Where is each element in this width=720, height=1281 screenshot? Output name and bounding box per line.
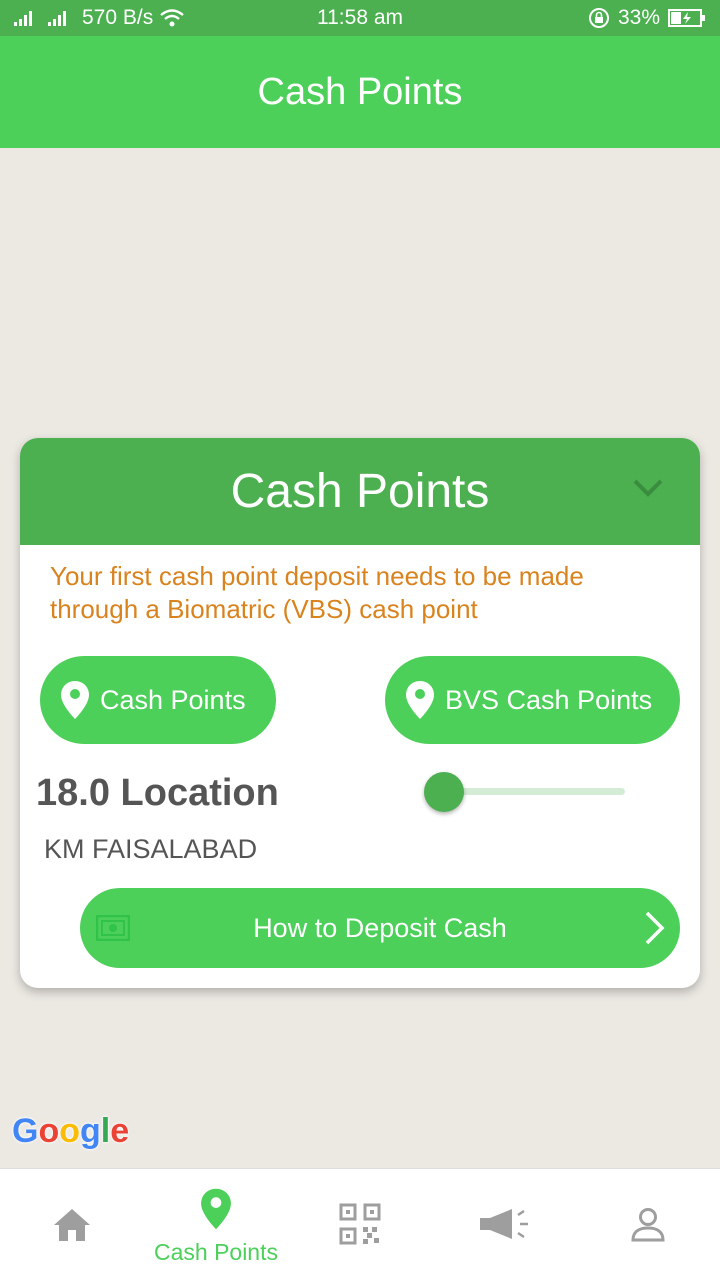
status-bar: 570 B/s 11:58 am 33% [0,0,720,36]
distance-slider-thumb[interactable] [424,772,464,812]
bottom-navigation: Cash Points [0,1168,720,1281]
home-icon [54,1209,90,1241]
card-header[interactable]: Cash Points [20,438,700,545]
rotation-lock-icon [588,8,609,28]
cash-points-button-label: Cash Points [100,684,246,715]
qr-code-icon [339,1203,381,1245]
how-to-deposit-button[interactable]: How to Deposit Cash [80,888,680,968]
nav-announcements[interactable] [432,1169,576,1281]
google-logo: Google [12,1112,130,1150]
app-bar: Cash Points [0,36,720,148]
bvs-cash-points-button[interactable]: BVS Cash Points [385,656,680,744]
cash-points-button[interactable]: Cash Points [40,656,276,744]
person-icon [631,1208,665,1242]
money-icon [96,915,130,941]
location-pin-icon [201,1188,231,1230]
card-title: Cash Points [230,465,490,518]
deposit-notice: Your first cash point deposit needs to b… [50,561,584,624]
status-right: 33% [588,6,706,30]
distance-slider-track[interactable] [440,788,625,795]
bvs-cash-points-button-label: BVS Cash Points [445,684,653,715]
nav-profile[interactable] [576,1169,720,1281]
location-pin-icon [406,681,434,719]
cash-points-card: Cash Points Your first cash point deposi… [20,438,700,988]
page-title: Cash Points [257,70,463,113]
nav-cash-points[interactable]: Cash Points [144,1169,288,1281]
location-distance: 18.0 Location [36,772,279,814]
how-to-deposit-label: How to Deposit Cash [253,912,507,943]
chevron-right-icon [645,911,665,945]
city-label: KM FAISALABAD [44,834,258,864]
battery-charging-icon [668,9,705,27]
megaphone-icon [480,1209,528,1239]
nav-home[interactable] [0,1169,144,1281]
location-pin-icon [61,681,89,719]
nav-cash-points-label: Cash Points [153,1239,278,1265]
chevron-down-icon[interactable] [632,478,664,498]
battery-percent: 33% [617,6,660,29]
nav-qr[interactable] [288,1169,432,1281]
